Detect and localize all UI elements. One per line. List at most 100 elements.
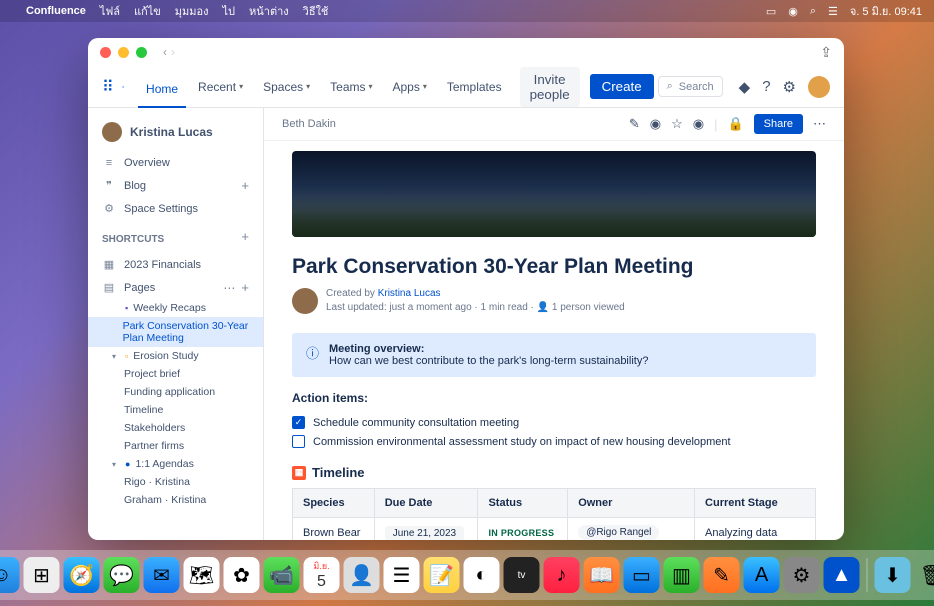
dock-books-icon[interactable]: 📖	[584, 557, 620, 593]
wifi-icon[interactable]: ◉	[788, 5, 798, 18]
breadcrumb-author[interactable]: Beth Dakin	[282, 118, 336, 130]
share-icon[interactable]: ⇪	[820, 44, 832, 61]
sidebar-space-settings[interactable]: ⚙Space Settings	[88, 197, 263, 220]
chevron-down-icon[interactable]: ▾	[112, 352, 120, 361]
tree-stakeholders[interactable]: Stakeholders	[88, 419, 263, 437]
close-button[interactable]	[100, 47, 111, 58]
shortcut-item[interactable]: ▦2023 Financials	[88, 253, 263, 276]
space-header[interactable]: Kristina Lucas	[88, 118, 263, 152]
dock-pages-icon[interactable]: ✎	[704, 557, 740, 593]
pages-more-icon[interactable]: ⋯	[223, 281, 235, 295]
tree-park-conservation[interactable]: Park Conservation 30-Year Plan Meeting	[88, 317, 263, 347]
dock-numbers-icon[interactable]: ▥	[664, 557, 700, 593]
minimize-button[interactable]	[118, 47, 129, 58]
search-input[interactable]: ⌕ Search	[658, 76, 723, 97]
dock-music-icon[interactable]: ♪	[544, 557, 580, 593]
author-link[interactable]: Kristina Lucas	[378, 288, 441, 299]
forward-button[interactable]: ›	[171, 45, 175, 59]
sidebar-overview[interactable]: ≡Overview	[88, 152, 263, 174]
star-icon[interactable]: ☆	[671, 116, 683, 132]
dock-tv-icon[interactable]: tv	[504, 557, 540, 593]
dock-maps-icon[interactable]: 🗺	[184, 557, 220, 593]
checkbox-checked[interactable]: ✓	[292, 416, 305, 429]
owner-mention[interactable]: @Rigo Rangel	[578, 525, 659, 540]
chevron-down-icon[interactable]: ▾	[112, 460, 120, 469]
confluence-logo-icon[interactable]	[122, 77, 124, 97]
watch-icon[interactable]: ◉	[693, 116, 704, 132]
menubar-item[interactable]: ไฟล์	[100, 2, 120, 20]
nav-spaces[interactable]: Spaces▾	[255, 76, 318, 98]
more-actions-icon[interactable]: ⋯	[813, 116, 826, 132]
add-blog-icon[interactable]: +	[241, 178, 249, 193]
settings-icon[interactable]: ⚙	[783, 78, 796, 96]
comment-icon[interactable]: ◉	[650, 116, 661, 132]
dock-keynote-icon[interactable]: ▭	[624, 557, 660, 593]
dock-safari-icon[interactable]: 🧭	[64, 557, 100, 593]
dock-contacts-icon[interactable]: 👤	[344, 557, 380, 593]
menubar-item[interactable]: วิธีใช้	[303, 2, 329, 20]
people-icon: 👤	[537, 302, 549, 313]
create-button[interactable]: Create	[590, 74, 654, 99]
search-icon: ⌕	[667, 80, 673, 93]
dock-downloads-icon[interactable]: ⬇	[875, 557, 911, 593]
dock-launchpad-icon[interactable]: ⊞	[24, 557, 60, 593]
spotlight-icon[interactable]: ⌕	[810, 5, 816, 18]
nav-home[interactable]: Home	[138, 78, 186, 108]
nav-templates[interactable]: Templates	[439, 76, 510, 98]
help-icon[interactable]: ?	[762, 78, 770, 95]
back-button[interactable]: ‹	[163, 45, 167, 59]
maximize-button[interactable]	[136, 47, 147, 58]
window-titlebar: ‹ › ⇪	[88, 38, 844, 66]
menubar-item[interactable]: หน้าต่าง	[249, 2, 289, 20]
sidebar-pages[interactable]: ▤Pages	[102, 281, 217, 294]
menubar-item[interactable]: ไป	[223, 2, 236, 20]
notifications-icon[interactable]: ◆	[739, 78, 751, 96]
tree-erosion-study[interactable]: ▾▫Erosion Study	[88, 347, 263, 365]
dock-appstore-icon[interactable]: A	[744, 557, 780, 593]
user-avatar-icon	[102, 122, 122, 142]
dock-notes-icon[interactable]: 📝	[424, 557, 460, 593]
dock-finder-icon[interactable]: ☺	[0, 557, 20, 593]
add-shortcut-icon[interactable]: +	[241, 229, 249, 244]
dock-calendar-icon[interactable]: มิ.ย.5	[304, 557, 340, 593]
sidebar-blog[interactable]: ❞Blog	[102, 179, 235, 192]
dock-facetime-icon[interactable]: 📹	[264, 557, 300, 593]
tree-timeline[interactable]: Timeline	[88, 401, 263, 419]
tree-funding[interactable]: Funding application	[88, 383, 263, 401]
table-header: Owner	[568, 489, 695, 518]
dock-settings-icon[interactable]: ⚙	[784, 557, 820, 593]
nav-recent[interactable]: Recent▾	[190, 76, 251, 98]
share-button[interactable]: Share	[754, 114, 803, 134]
lock-icon[interactable]: 🔒	[727, 116, 743, 132]
tree-partner-firms[interactable]: Partner firms	[88, 437, 263, 455]
profile-avatar[interactable]	[808, 76, 830, 98]
dock-mail-icon[interactable]: ✉	[144, 557, 180, 593]
menubar-item[interactable]: มุมมอง	[175, 2, 209, 20]
add-page-icon[interactable]: +	[241, 280, 249, 295]
dock-app-icon[interactable]: ▲	[824, 557, 860, 593]
app-switcher-icon[interactable]: ⠿	[102, 78, 114, 96]
checkbox-unchecked[interactable]	[292, 435, 305, 448]
author-avatar-icon	[292, 288, 318, 314]
tree-graham[interactable]: Graham · Kristina	[88, 491, 263, 509]
invite-people-button[interactable]: Invite people	[520, 67, 580, 107]
tree-agendas[interactable]: ▾●1:1 Agendas	[88, 455, 263, 473]
menubar-app[interactable]: Confluence	[26, 5, 86, 17]
app-window: ‹ › ⇪ ⠿ Home Recent▾ Spaces▾ Teams▾ Apps…	[88, 38, 844, 540]
tree-project-brief[interactable]: Project brief	[88, 365, 263, 383]
dock-photos-icon[interactable]: ✿	[224, 557, 260, 593]
dock-messages-icon[interactable]: 💬	[104, 557, 140, 593]
table-header: Current Stage	[695, 489, 816, 518]
battery-icon[interactable]: ▭	[766, 5, 776, 18]
dock-freeform-icon[interactable]: ◐	[464, 557, 500, 593]
tree-rigo[interactable]: Rigo · Kristina	[88, 473, 263, 491]
menubar-item[interactable]: แก้ไข	[134, 2, 161, 20]
edit-icon[interactable]: ✎	[629, 116, 640, 132]
dock-reminders-icon[interactable]: ☰	[384, 557, 420, 593]
tree-weekly-recaps[interactable]: ▪Weekly Recaps	[88, 299, 263, 317]
control-center-icon[interactable]: ☰	[828, 5, 838, 18]
nav-apps[interactable]: Apps▾	[385, 76, 435, 98]
dock-trash-icon[interactable]: 🗑	[915, 557, 934, 593]
menubar-datetime[interactable]: จ. 5 มิ.ย. 09:41	[850, 2, 922, 20]
nav-teams[interactable]: Teams▾	[322, 76, 380, 98]
